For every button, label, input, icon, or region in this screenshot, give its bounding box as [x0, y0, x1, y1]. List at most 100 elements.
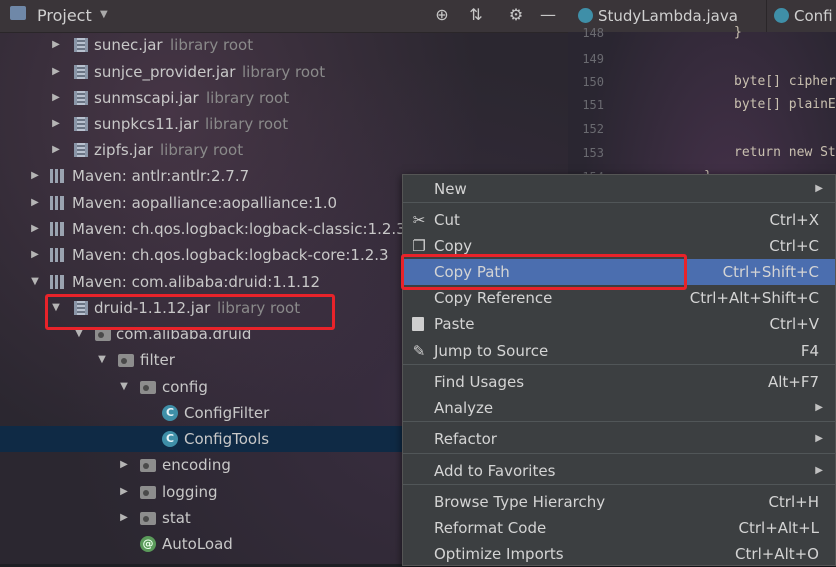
code-line: byte[] cipher: [734, 74, 836, 89]
class-icon: [774, 8, 789, 23]
menu-item-add-to-favorites[interactable]: Add to Favorites ▶: [403, 458, 835, 484]
menu-item-cut[interactable]: ✂ Cut Ctrl+X: [403, 207, 835, 233]
jar-icon: [74, 91, 88, 105]
menu-item-optimize-imports[interactable]: Optimize Imports Ctrl+Alt+O: [403, 541, 835, 567]
chevron-down-icon[interactable]: ▼: [100, 9, 108, 20]
tree-item-label: ConfigFilter: [184, 404, 270, 422]
line-number: 150: [582, 75, 604, 89]
annotation-icon: @: [140, 536, 156, 552]
tree-item-sublabel: library root: [206, 89, 290, 107]
line-number: 148: [582, 26, 604, 40]
package-icon: [140, 512, 156, 525]
tree-item-label: ConfigTools: [184, 430, 270, 448]
collapsed-arrow-icon[interactable]: ▶: [117, 505, 131, 531]
menu-item-reformat-code[interactable]: Reformat Code Ctrl+Alt+L: [403, 515, 835, 541]
tree-item-label: sunmscapi.jar: [94, 89, 199, 107]
tab-config[interactable]: Confi: [774, 0, 833, 32]
expanded-arrow-icon[interactable]: ▼: [95, 347, 109, 373]
library-icon: [50, 275, 64, 289]
menu-item-label: Cut: [434, 211, 460, 229]
package-icon: [118, 354, 134, 367]
library-icon: [50, 196, 64, 210]
menu-item-jump-to-source[interactable]: ✎ Jump to Source F4: [403, 338, 835, 364]
collapsed-arrow-icon[interactable]: ▶: [49, 111, 63, 137]
collapsed-arrow-icon[interactable]: ▶: [49, 85, 63, 111]
gear-icon[interactable]: ⚙: [506, 5, 526, 25]
menu-item-shortcut: F4: [800, 342, 819, 360]
tree-row[interactable]: ▶ sunec.jar library root: [0, 32, 568, 58]
tree-item-label: zipfs.jar: [94, 141, 153, 159]
tree-item-label: sunpkcs11.jar: [94, 115, 199, 133]
menu-separator: [403, 453, 835, 454]
highlight-annotation: [45, 294, 335, 330]
menu-item-browse-type-hierarchy[interactable]: Browse Type Hierarchy Ctrl+H: [403, 489, 835, 515]
tree-item-label: sunec.jar: [94, 36, 163, 54]
menu-item-shortcut: Ctrl+X: [769, 211, 819, 229]
expanded-arrow-icon[interactable]: ▼: [117, 374, 131, 400]
collapsed-arrow-icon[interactable]: ▶: [49, 59, 63, 85]
paste-icon: [412, 317, 424, 331]
submenu-arrow-icon: ▶: [815, 465, 823, 476]
collapsed-arrow-icon[interactable]: ▶: [28, 216, 42, 242]
locate-icon[interactable]: ⊕: [432, 5, 452, 25]
menu-item-shortcut: Alt+F7: [767, 373, 819, 391]
collapsed-arrow-icon[interactable]: ▶: [117, 452, 131, 478]
context-menu: New ▶ ✂ Cut Ctrl+X ❐ Copy Ctrl+C Copy Path Ctrl+S…: [402, 174, 836, 566]
menu-item-shortcut: Ctrl+Alt+O: [735, 545, 819, 563]
tree-item-label: encoding: [162, 456, 231, 474]
tree-item-label: sunjce_provider.jar: [94, 63, 236, 81]
expanded-arrow-icon[interactable]: ▼: [28, 269, 42, 295]
collapsed-arrow-icon[interactable]: ▶: [28, 242, 42, 268]
tree-item-sublabel: library root: [205, 115, 289, 133]
collapsed-arrow-icon[interactable]: ▶: [28, 190, 42, 216]
collapsed-arrow-icon[interactable]: ▶: [117, 479, 131, 505]
line-number: 149: [582, 52, 604, 66]
tree-row[interactable]: ▶ sunjce_provider.jar library root: [0, 59, 568, 85]
collapse-icon[interactable]: ⇅: [466, 5, 486, 25]
tree-row[interactable]: ▶ zipfs.jar library root: [0, 137, 568, 163]
menu-item-label: Browse Type Hierarchy: [434, 493, 606, 511]
package-icon: [140, 459, 156, 472]
menu-item-label: Analyze: [434, 399, 494, 417]
tree-item-label: filter: [140, 351, 175, 369]
menu-item-find-usages[interactable]: Find Usages Alt+F7: [403, 369, 835, 395]
menu-separator: [403, 421, 835, 422]
tab-label: StudyLambda.java: [598, 7, 738, 25]
editor-tab-bar: StudyLambda.java Confi: [568, 0, 836, 32]
menu-separator: [403, 484, 835, 485]
menu-item-shortcut: Ctrl+C: [769, 237, 819, 255]
class-icon: C: [162, 431, 178, 447]
menu-item-refactor[interactable]: Refactor ▶: [403, 426, 835, 452]
tree-row[interactable]: ▶ sunmscapi.jar library root: [0, 85, 568, 111]
class-icon: [578, 8, 593, 23]
tree-item-sublabel: library root: [160, 141, 244, 159]
collapsed-arrow-icon[interactable]: ▶: [28, 163, 42, 189]
tree-row[interactable]: ▶ sunpkcs11.jar library root: [0, 111, 568, 137]
jar-icon: [74, 65, 88, 79]
menu-item-paste[interactable]: Paste Ctrl+V: [403, 311, 835, 337]
project-panel-header: Project ▼ ⊕ ⇅ ⚙ —: [0, 0, 568, 33]
code-line: }: [734, 25, 742, 40]
menu-item-label: Optimize Imports: [434, 545, 564, 563]
line-number: 152: [582, 122, 604, 136]
menu-item-label: New: [434, 180, 467, 198]
tab-divider: [766, 0, 767, 32]
library-icon: [50, 222, 64, 236]
collapsed-arrow-icon[interactable]: ▶: [49, 32, 63, 58]
package-icon: [140, 486, 156, 499]
menu-item-label: Add to Favorites: [434, 462, 556, 480]
line-number: 151: [582, 98, 604, 112]
menu-item-label: Find Usages: [434, 373, 525, 391]
jar-icon: [74, 117, 88, 131]
menu-item-analyze[interactable]: Analyze ▶: [403, 395, 835, 421]
project-panel-title[interactable]: Project: [37, 6, 92, 25]
package-icon: [140, 381, 156, 394]
code-line: return new St: [734, 145, 836, 160]
menu-item-shortcut: Ctrl+Alt+Shift+C: [689, 289, 819, 307]
jar-icon: [74, 143, 88, 157]
collapsed-arrow-icon[interactable]: ▶: [49, 137, 63, 163]
menu-item-new[interactable]: New ▶: [403, 176, 835, 202]
highlight-annotation: [401, 254, 687, 290]
minimize-icon[interactable]: —: [538, 5, 558, 25]
tree-item-label: stat: [162, 509, 191, 527]
